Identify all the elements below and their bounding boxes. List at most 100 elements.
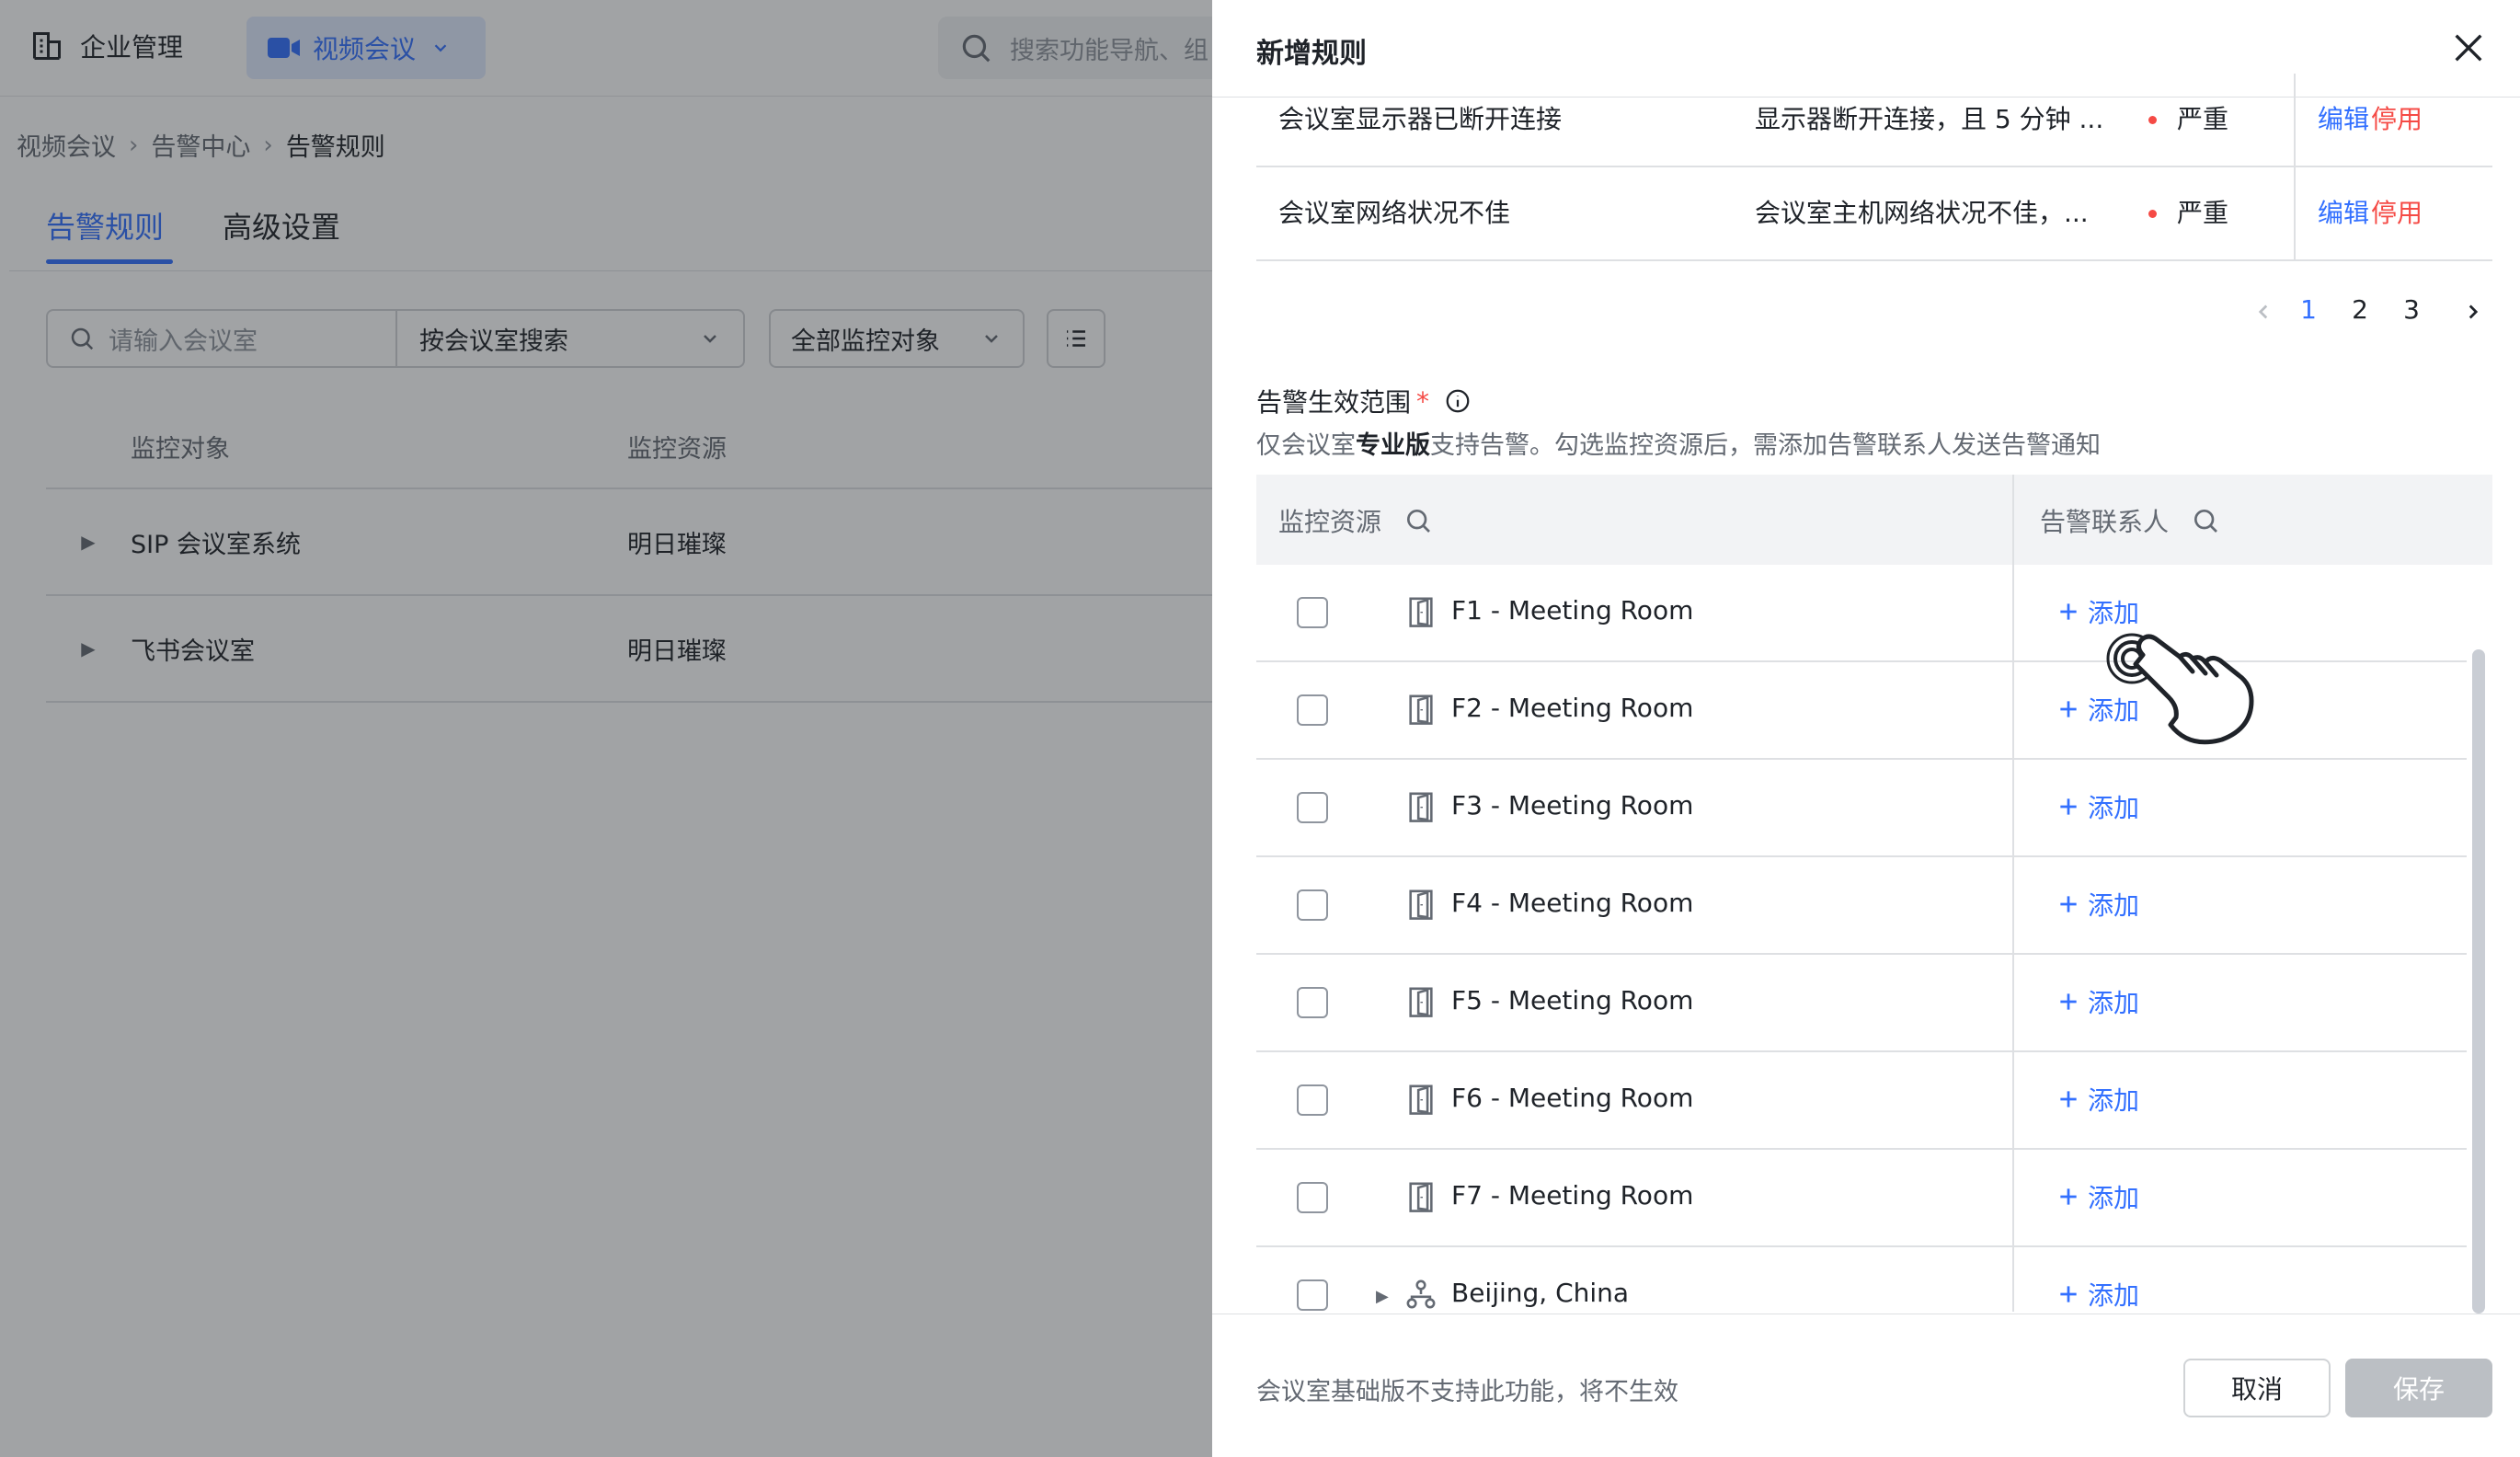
pagination-next-icon[interactable] bbox=[2461, 300, 2485, 324]
plus-icon bbox=[2060, 798, 2077, 815]
resource-row: F1 - Meeting Room 添加 bbox=[1256, 565, 2467, 662]
footer-note: 会议室基础版不支持此功能，将不生效 bbox=[1256, 1378, 1678, 1406]
meeting-room-icon bbox=[1409, 792, 1433, 822]
scope-desc-bold: 专业版 bbox=[1356, 431, 1430, 460]
meeting-room-icon bbox=[1409, 987, 1433, 1017]
add-contact-label: 添加 bbox=[2088, 598, 2140, 628]
pagination-page-1[interactable]: 1 bbox=[2290, 294, 2327, 325]
add-contact-button[interactable]: 添加 bbox=[2056, 788, 2139, 825]
expand-arrow-icon[interactable]: ▶ bbox=[1376, 1287, 1389, 1306]
pagination-page-2[interactable]: 2 bbox=[2342, 294, 2378, 325]
rule-level: 严重 bbox=[2148, 167, 2228, 259]
org-tree-icon bbox=[1406, 1279, 1436, 1309]
plus-icon bbox=[2060, 993, 2077, 1010]
resource-name: F4 - Meeting Room bbox=[1451, 888, 1694, 918]
rule-condition: 显示器断开连接，且 5 分钟 ... bbox=[1755, 104, 2104, 134]
grid-header-contact-label: 告警联系人 bbox=[2040, 507, 2170, 537]
cancel-button[interactable]: 取消 bbox=[2183, 1359, 2331, 1417]
disable-link[interactable]: 停用 bbox=[2371, 74, 2423, 166]
rule-level-label: 严重 bbox=[2177, 104, 2229, 134]
resource-row: ▶ Beijing, China 添加 bbox=[1256, 1247, 2467, 1312]
close-icon[interactable] bbox=[2450, 29, 2487, 66]
resource-name: F1 - Meeting Room bbox=[1451, 595, 1694, 625]
resource-name: F5 - Meeting Room bbox=[1451, 985, 1694, 1015]
resource-checkbox[interactable] bbox=[1297, 694, 1328, 726]
resource-name: F3 - Meeting Room bbox=[1451, 790, 1694, 820]
plus-icon bbox=[2060, 896, 2077, 912]
resource-checkbox[interactable] bbox=[1297, 987, 1328, 1018]
rule-condition: 会议室主机网络状况不佳，... bbox=[1755, 198, 2089, 228]
add-contact-button[interactable]: 添加 bbox=[2056, 1081, 2139, 1118]
plus-icon bbox=[2060, 701, 2077, 717]
plus-icon bbox=[2060, 1091, 2077, 1107]
grid-header-resource-label: 监控资源 bbox=[1278, 507, 1382, 537]
resource-name: F2 - Meeting Room bbox=[1451, 693, 1694, 723]
add-contact-label: 添加 bbox=[2088, 695, 2140, 726]
resource-row: F4 - Meeting Room 添加 bbox=[1256, 857, 2467, 955]
grid-header: 监控资源 告警联系人 bbox=[1256, 475, 2492, 565]
add-contact-button[interactable]: 添加 bbox=[2056, 983, 2139, 1020]
meeting-room-icon bbox=[1409, 1084, 1433, 1115]
column-divider bbox=[2294, 167, 2296, 259]
resource-checkbox[interactable] bbox=[1297, 597, 1328, 628]
rule-row: 会议室网络状况不佳 会议室主机网络状况不佳，... 严重 编辑 停用 bbox=[1256, 167, 2492, 261]
save-button[interactable]: 保存 bbox=[2345, 1359, 2492, 1417]
resource-checkbox[interactable] bbox=[1297, 889, 1328, 921]
severity-dot-icon bbox=[2148, 209, 2157, 218]
info-icon[interactable] bbox=[1444, 387, 1472, 415]
search-icon[interactable] bbox=[1403, 506, 1433, 535]
edit-link[interactable]: 编辑 bbox=[2318, 74, 2369, 166]
resource-row: F3 - Meeting Room 添加 bbox=[1256, 760, 2467, 857]
rule-name: 会议室网络状况不佳 bbox=[1278, 198, 1511, 228]
grid-scrollbar[interactable] bbox=[2472, 649, 2485, 1314]
meeting-room-icon bbox=[1409, 1182, 1433, 1212]
required-mark: * bbox=[1416, 385, 1430, 417]
meeting-room-icon bbox=[1409, 889, 1433, 920]
resource-checkbox[interactable] bbox=[1297, 792, 1328, 823]
rule-name: 会议室显示器已断开连接 bbox=[1278, 104, 1563, 134]
meeting-room-icon bbox=[1409, 597, 1433, 627]
resource-row: F6 - Meeting Room 添加 bbox=[1256, 1052, 2467, 1150]
disable-link[interactable]: 停用 bbox=[2371, 167, 2423, 259]
grid-header-resource: 监控资源 bbox=[1278, 502, 1433, 539]
add-contact-button[interactable]: 添加 bbox=[2056, 886, 2139, 923]
resource-checkbox[interactable] bbox=[1297, 1182, 1328, 1213]
resource-checkbox[interactable] bbox=[1297, 1084, 1328, 1116]
add-contact-label: 添加 bbox=[2088, 988, 2140, 1018]
drawer-footer: 会议室基础版不支持此功能，将不生效 取消 保存 bbox=[1212, 1314, 2520, 1457]
modal-backdrop[interactable] bbox=[0, 0, 1212, 1457]
resource-row: F7 - Meeting Room 添加 bbox=[1256, 1150, 2467, 1247]
new-rule-drawer: 新增规则 会议室显示器已断开连接 显示器断开连接，且 5 分钟 ... 严重 编… bbox=[1212, 0, 2520, 1457]
monitor-resource-grid: 监控资源 告警联系人 F1 - Meeting Room 添加 F2 - Meeti… bbox=[1256, 475, 2492, 1312]
column-divider bbox=[2294, 74, 2296, 166]
rule-row: 会议室显示器已断开连接 显示器断开连接，且 5 分钟 ... 严重 编辑 停用 bbox=[1256, 74, 2492, 167]
search-icon[interactable] bbox=[2191, 506, 2220, 535]
scope-label-text: 告警生效范围 bbox=[1256, 387, 1412, 418]
rule-level-label: 严重 bbox=[2177, 198, 2229, 228]
meeting-room-icon bbox=[1409, 694, 1433, 725]
plus-icon bbox=[2060, 1188, 2077, 1205]
resource-name: Beijing, China bbox=[1451, 1278, 1630, 1308]
add-contact-button[interactable]: 添加 bbox=[2056, 1276, 2139, 1312]
resource-checkbox[interactable] bbox=[1297, 1279, 1328, 1311]
edit-link[interactable]: 编辑 bbox=[2318, 167, 2369, 259]
pagination-page-3[interactable]: 3 bbox=[2393, 294, 2430, 325]
resource-name: F7 - Meeting Room bbox=[1451, 1180, 1694, 1210]
add-contact-button[interactable]: 添加 bbox=[2056, 1178, 2139, 1215]
scope-desc-suffix: 支持告警。勾选监控资源后，需添加告警联系人发送告警通知 bbox=[1430, 431, 2101, 460]
rule-level: 严重 bbox=[2148, 74, 2228, 166]
resource-name: F6 - Meeting Room bbox=[1451, 1083, 1694, 1113]
resource-row: F5 - Meeting Room 添加 bbox=[1256, 955, 2467, 1052]
add-contact-label: 添加 bbox=[2088, 1183, 2140, 1213]
scope-description: 仅会议室专业版支持告警。勾选监控资源后，需添加告警联系人发送告警通知 bbox=[1256, 425, 2101, 461]
scope-desc-prefix: 仅会议室 bbox=[1256, 431, 1356, 460]
add-contact-label: 添加 bbox=[2088, 1085, 2140, 1116]
add-contact-label: 添加 bbox=[2088, 793, 2140, 823]
add-contact-button[interactable]: 添加 bbox=[2056, 691, 2139, 728]
plus-icon bbox=[2060, 1286, 2077, 1302]
add-contact-button[interactable]: 添加 bbox=[2056, 593, 2139, 630]
plus-icon bbox=[2060, 603, 2077, 620]
grid-header-contact: 告警联系人 bbox=[2040, 502, 2220, 539]
pagination-prev-icon[interactable] bbox=[2251, 300, 2275, 324]
resource-row: F2 - Meeting Room 添加 bbox=[1256, 662, 2467, 760]
